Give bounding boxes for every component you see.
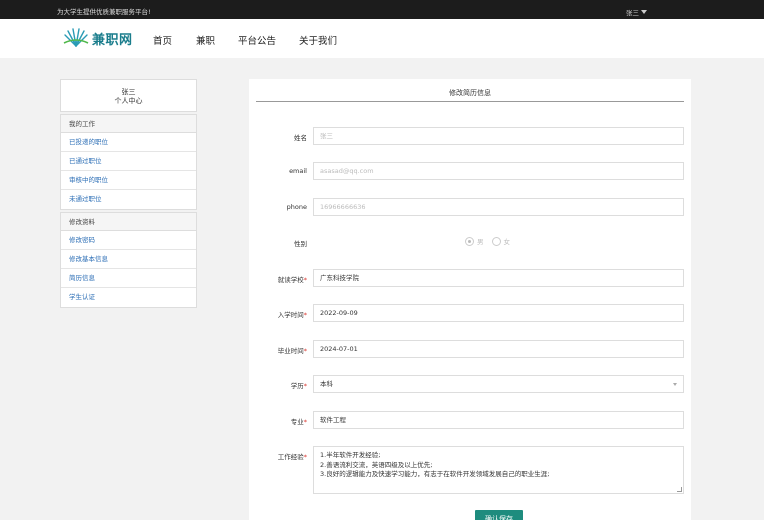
school-row: 就读学校* 广东科技学院 <box>249 269 691 287</box>
sidebar-item-password[interactable]: 修改密码 <box>61 231 196 250</box>
site-slogan: 为大学生提供优质兼职服务平台! <box>57 8 151 16</box>
form-title: 修改简历信息 <box>256 79 684 102</box>
experience-label: 工作经验* <box>277 453 307 461</box>
degree-value: 本科 <box>320 380 333 388</box>
phone-label: phone <box>286 203 307 211</box>
major-label: 专业* <box>290 418 307 426</box>
resume-form-card: 修改简历信息 姓名 张三 email asasad@qq.com phone 1… <box>249 79 691 520</box>
experience-line: 3.良好的逻辑能力及快速学习能力，有志于在软件开发领域发展自己的职业生涯; <box>320 470 550 478</box>
sidebar-item-verification[interactable]: 学生认证 <box>61 288 196 307</box>
experience-row: 工作经验* 1.半年软件开发经验; 2.善语流利交流，英语四级及以上优先; 3.… <box>249 446 691 494</box>
gender-male-label: 男 <box>477 238 484 246</box>
sidebar-item-reviewing[interactable]: 审核中的职位 <box>61 171 196 190</box>
logo-text: 兼职网 <box>92 32 133 48</box>
caret-down-icon <box>641 10 647 14</box>
resize-handle-icon[interactable] <box>677 487 682 492</box>
header: 兼职网 首页 兼职 平台公告 关于我们 <box>0 19 764 58</box>
degree-label: 学历* <box>290 382 307 390</box>
graduate-date-field[interactable]: 2024-07-01 <box>313 340 684 358</box>
nav-parttime[interactable]: 兼职 <box>196 33 215 47</box>
gender-female-radio[interactable] <box>491 236 501 246</box>
email-label: email <box>289 167 307 175</box>
profile-box: 张三 个人中心 <box>60 79 197 112</box>
gender-row: 性别 男 女 <box>249 233 691 251</box>
nav-announcements[interactable]: 平台公告 <box>238 33 276 47</box>
graduate-label: 毕业时间* <box>277 347 307 355</box>
gender-radios: 男 女 <box>465 236 518 246</box>
degree-select[interactable]: 本科 <box>313 375 684 393</box>
phone-row: phone 16966666636 <box>249 198 691 216</box>
sidebar-group-profile: 修改资料 修改密码 修改基本信息 简历信息 学生认证 <box>60 212 197 308</box>
email-row: email asasad@qq.com <box>249 162 691 180</box>
gender-female-label: 女 <box>503 238 511 246</box>
profile-title: 个人中心 <box>114 97 143 105</box>
degree-row: 学历* 本科 <box>249 375 691 393</box>
phone-field[interactable]: 16966666636 <box>313 198 684 216</box>
user-name: 张三 <box>626 9 639 17</box>
top-bar: 为大学生提供优质兼职服务平台! 张三 <box>0 0 764 19</box>
sidebar-group-title: 修改资料 <box>61 213 196 231</box>
name-row: 姓名 张三 <box>249 127 691 145</box>
sidebar: 张三 个人中心 我的工作 已投递的职位 已通过职位 审核中的职位 未通过职位 修… <box>60 79 197 308</box>
sidebar-group-work: 我的工作 已投递的职位 已通过职位 审核中的职位 未通过职位 <box>60 114 197 210</box>
name-label: 姓名 <box>294 134 307 142</box>
sidebar-item-rejected[interactable]: 未通过职位 <box>61 190 196 209</box>
nav-home[interactable]: 首页 <box>153 33 172 47</box>
school-label: 就读学校* <box>277 276 307 284</box>
experience-line: 2.善语流利交流，英语四级及以上优先; <box>320 460 433 469</box>
experience-textarea[interactable]: 1.半年软件开发经验; 2.善语流利交流，英语四级及以上优先; 3.良好的逻辑能… <box>313 446 684 494</box>
gender-male-radio[interactable] <box>465 236 474 246</box>
sidebar-item-resume[interactable]: 简历信息 <box>61 269 196 288</box>
major-row: 专业* 软件工程 <box>249 411 691 429</box>
graduate-row: 毕业时间* 2024-07-01 <box>249 340 691 358</box>
nav-about[interactable]: 关于我们 <box>299 33 337 47</box>
fan-logo-icon <box>63 28 89 47</box>
experience-line: 1.半年软件开发经验; <box>320 451 381 459</box>
site-logo[interactable]: 兼职网 <box>63 28 133 48</box>
email-field[interactable]: asasad@qq.com <box>313 162 684 180</box>
sidebar-group-title: 我的工作 <box>61 115 196 133</box>
enroll-label: 入学时间* <box>277 311 307 319</box>
sidebar-item-approved[interactable]: 已通过职位 <box>61 152 196 171</box>
major-field[interactable]: 软件工程 <box>313 411 684 429</box>
name-field[interactable]: 张三 <box>313 127 684 145</box>
sidebar-item-applied[interactable]: 已投递的职位 <box>61 133 196 152</box>
gender-label: 性别 <box>294 240 307 248</box>
user-menu[interactable]: 张三 <box>626 7 647 17</box>
enroll-row: 入学时间* 2022-09-09 <box>249 304 691 322</box>
save-button[interactable]: 确认保存 <box>475 510 523 520</box>
sidebar-item-basic-info[interactable]: 修改基本信息 <box>61 250 196 269</box>
profile-name: 张三 <box>121 88 136 96</box>
school-field[interactable]: 广东科技学院 <box>313 269 684 287</box>
enroll-date-field[interactable]: 2022-09-09 <box>313 304 684 322</box>
chevron-down-icon <box>673 383 677 386</box>
